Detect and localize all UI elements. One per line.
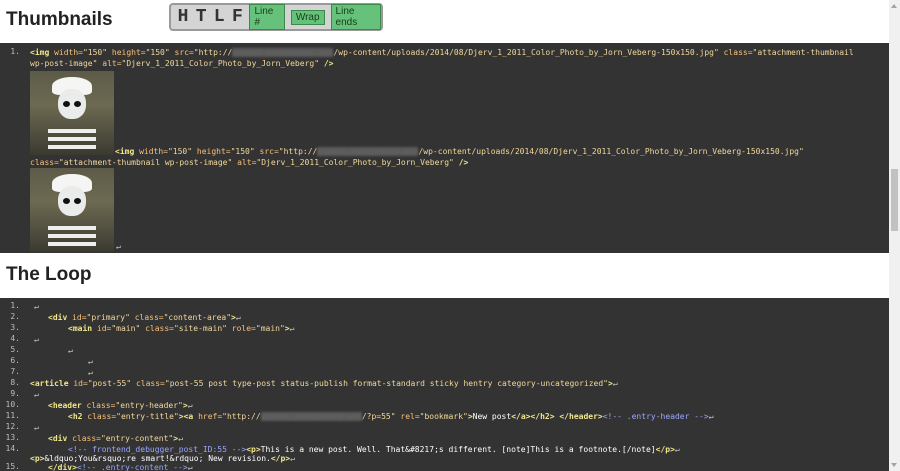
line-end-marker: ↵: [68, 346, 73, 355]
code-line: <main id="main" class="site-main" role="…: [68, 324, 295, 333]
line-number: 5.: [10, 345, 20, 354]
thumbnails-heading: Thumbnails: [6, 9, 113, 30]
line-end-marker: ↵: [116, 242, 121, 251]
code-line: class="attachment-thumbnail wp-post-imag…: [30, 158, 469, 167]
toolbar-h-button[interactable]: H: [177, 7, 189, 27]
line-number: 6.: [10, 356, 20, 365]
code-view-toolbar: H T L F Line # Wrap Line ends: [169, 3, 383, 31]
page-content: Thumbnails H T L F Line # Wrap Line ends…: [0, 0, 889, 471]
line-number: 12.: [5, 422, 20, 431]
code-line: <img width="150" height="150" src="http:…: [30, 48, 854, 57]
toolbar-f-button[interactable]: F: [231, 7, 243, 27]
thumbnail-image: [30, 71, 114, 155]
code-line: </div><!-- .entry-content -->↵: [48, 463, 193, 471]
code-line: <div id="primary" class="content-area">↵: [48, 313, 241, 322]
line-number: 10.: [5, 400, 20, 409]
line-end-marker: ↵: [34, 423, 39, 432]
code-line: <header class="entry-header">↵: [48, 401, 193, 410]
thumbnail-image: [30, 168, 114, 252]
code-line: <h2 class="entry-title"><a href="http://…: [68, 412, 714, 421]
vertical-scrollbar[interactable]: [889, 0, 900, 471]
line-number: 3.: [10, 323, 20, 332]
line-end-marker: ↵: [34, 390, 39, 399]
line-ends-button[interactable]: Line ends: [330, 4, 381, 30]
line-number: 15.: [5, 462, 20, 471]
line-number: 1.: [10, 47, 20, 56]
line-number: 4.: [10, 334, 20, 343]
line-number: 2.: [10, 312, 20, 321]
line-numbers-button[interactable]: Line #: [249, 4, 285, 30]
line-number: 13.: [5, 433, 20, 442]
line-number: 7.: [10, 367, 20, 376]
code-line: <article id="post-55" class="post-55 pos…: [30, 379, 618, 388]
line-end-marker: ↵: [34, 335, 39, 344]
scroll-down-icon[interactable]: [891, 463, 897, 467]
line-end-marker: ↵: [34, 302, 39, 311]
line-number: 9.: [10, 389, 20, 398]
thumbnails-code-block: 1. <img width="150" height="150" src="ht…: [0, 43, 889, 253]
line-number: 14.: [5, 444, 20, 453]
code-line: <img width="150" height="150" src="http:…: [115, 147, 804, 156]
line-end-marker: ↵: [88, 357, 93, 366]
scroll-up-icon[interactable]: [891, 4, 897, 8]
toolbar-t-button[interactable]: T: [195, 7, 207, 27]
scrollbar-thumb[interactable]: [891, 169, 898, 231]
line-number: 1.: [10, 301, 20, 310]
toolbar-l-button[interactable]: L: [213, 7, 225, 27]
line-end-marker: ↵: [88, 368, 93, 377]
code-line: <div class="entry-content">↵: [48, 434, 183, 443]
the-loop-heading: The Loop: [6, 264, 92, 285]
wrap-button[interactable]: Wrap: [290, 9, 325, 25]
line-number: 8.: [10, 378, 20, 387]
code-line: wp-post-image" alt="Djerv_1_2011_Color_P…: [30, 59, 334, 68]
line-number: 11.: [5, 411, 20, 420]
loop-code-block: 1. 2. 3. 4. 5. 6. 7. 8. 9. 10. 11. 12. 1…: [0, 298, 889, 471]
